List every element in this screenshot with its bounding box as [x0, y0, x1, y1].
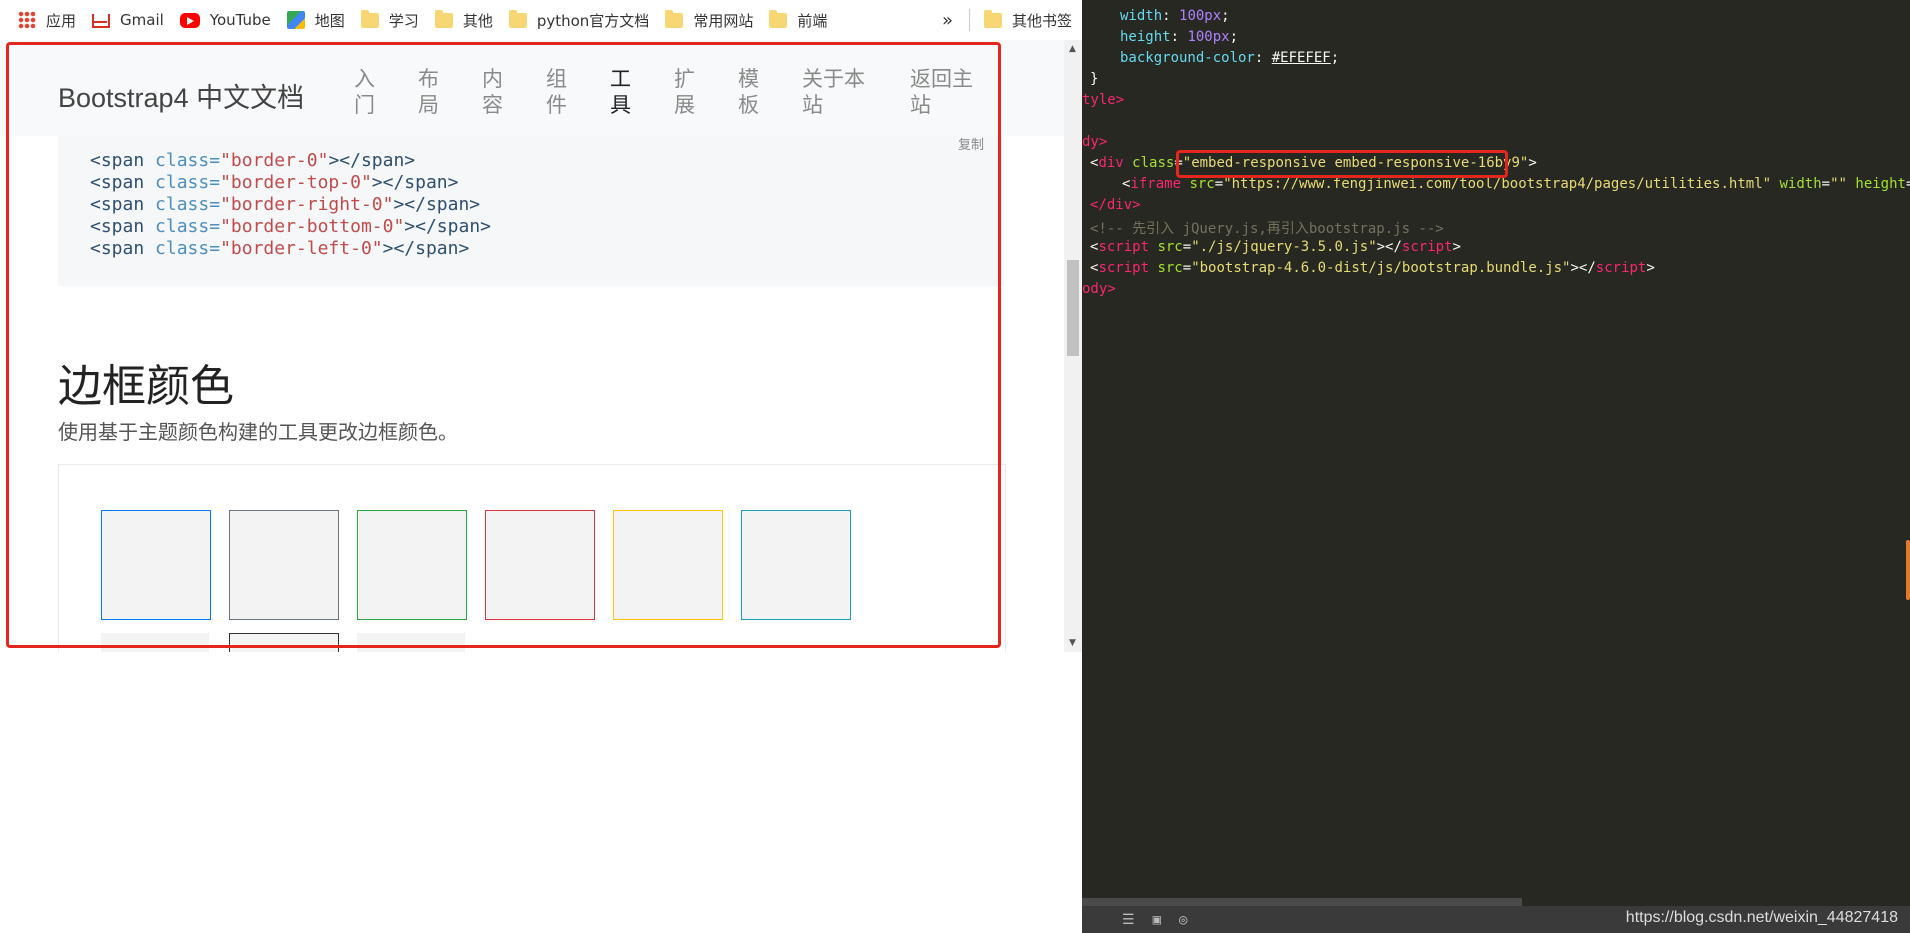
nav-link-utilities[interactable]: 工具 — [610, 66, 638, 118]
site-navbar: Bootstrap4 中文文档 入门 布局 内容 组件 工具 扩展 模板 关于本… — [0, 40, 1064, 136]
editor-line: <iframe src="https://www.fengjinwei.com/… — [1122, 176, 1910, 192]
editor-line: dy> — [1082, 134, 1108, 150]
bookmark-gmail[interactable]: Gmail — [92, 0, 164, 40]
nav-link-content[interactable]: 内容 — [482, 66, 510, 118]
code-line: <span class="border-top-0"></span> — [90, 172, 459, 193]
folder-icon — [983, 9, 1002, 28]
editor-line: width: 100px; — [1120, 8, 1230, 24]
bookmark-label: 应用 — [46, 11, 77, 30]
bookmark-label: python官方文档 — [536, 11, 650, 30]
swatch-light — [101, 633, 209, 652]
bookmarks-divider — [968, 9, 970, 31]
bookmarks-bar: 应用 Gmail YouTube 地图 学习 其他 python官方文档 常用网… — [0, 0, 1082, 40]
editor-horizontal-scrollbar[interactable] — [1082, 898, 1522, 906]
iframe-scrollbar[interactable]: ▲ ▼ — [1064, 40, 1082, 652]
editor-line: <script src="bootstrap-4.6.0-dist/js/boo… — [1090, 260, 1655, 276]
bookmark-label: 前端 — [797, 11, 828, 30]
swatch-success — [357, 510, 467, 620]
folder-icon — [769, 9, 788, 28]
bookmark-folder-sites[interactable]: 常用网站 — [665, 0, 753, 40]
bookmark-folder-study[interactable]: 学习 — [360, 0, 419, 40]
editor-scroll-indicator[interactable] — [1906, 540, 1910, 600]
section-description: 使用基于主题颜色构建的工具更改边框颜色。 — [58, 420, 458, 444]
code-line: <span class="border-left-0"></span> — [90, 238, 470, 259]
code-line: <span class="border-right-0"></span> — [90, 194, 481, 215]
editor-line: ody> — [1082, 281, 1116, 297]
bookmark-label: Gmail — [120, 11, 164, 29]
editor-line: </div> — [1090, 197, 1141, 213]
scroll-up-icon[interactable]: ▲ — [1069, 44, 1076, 54]
scroll-down-icon[interactable]: ▼ — [1069, 638, 1076, 648]
editor-line: <script src="./js/jquery-3.5.0.js"></scr… — [1090, 239, 1461, 255]
nav-link-layout[interactable]: 布局 — [418, 66, 446, 118]
editor-status-bar: ☰ ▣ ◎ https://blog.csdn.net/weixin_44827… — [1082, 906, 1910, 933]
terminal-icon[interactable]: ▣ — [1153, 912, 1161, 928]
code-editor[interactable]: width: 100px; height: 100px; background-… — [1082, 0, 1910, 933]
border-color-demo — [58, 464, 1006, 652]
folder-icon — [360, 9, 379, 28]
bookmark-label: 地图 — [314, 11, 345, 30]
swatch-warning — [613, 510, 723, 620]
gmail-icon — [92, 14, 111, 28]
maps-icon — [286, 11, 305, 29]
nav-link-about[interactable]: 关于本站 — [802, 66, 872, 118]
bookmark-label: 其他书签 — [1011, 11, 1072, 30]
editor-line: } — [1090, 71, 1099, 87]
bookmark-label: 学习 — [388, 11, 419, 30]
swatch-white — [357, 633, 465, 652]
copy-button[interactable]: 复制 — [958, 134, 984, 153]
bookmark-folder-frontend[interactable]: 前端 — [769, 0, 827, 40]
editor-line: tyle> — [1082, 92, 1125, 108]
folder-icon — [665, 9, 684, 28]
youtube-icon — [179, 12, 200, 28]
nav-link-getting-started[interactable]: 入门 — [354, 66, 382, 118]
bookmark-folder-other[interactable]: 其他 — [434, 0, 493, 40]
nav-link-components[interactable]: 组件 — [546, 66, 574, 118]
bookmark-apps[interactable]: 应用 — [18, 0, 76, 40]
apps-grid-icon — [18, 11, 36, 29]
bookmark-youtube[interactable]: YouTube — [179, 0, 271, 40]
nav-link-extend[interactable]: 扩展 — [674, 66, 702, 118]
swatch-secondary — [229, 510, 339, 620]
bookmark-other-bookmarks[interactable]: 其他书签 — [983, 0, 1072, 40]
editor-line: <!-- 先引入 jQuery.js,再引入bootstrap.js --> — [1090, 221, 1444, 237]
editor-highlight-box — [1176, 150, 1508, 178]
bookmarks-overflow-button[interactable]: » — [942, 10, 953, 31]
bookmark-folder-python[interactable]: python官方文档 — [508, 0, 650, 40]
embedded-iframe[interactable]: Bootstrap4 中文文档 入门 布局 内容 组件 工具 扩展 模板 关于本… — [0, 40, 1064, 652]
section-heading: 边框颜色 — [58, 362, 234, 411]
site-brand[interactable]: Bootstrap4 中文文档 — [58, 76, 304, 115]
bookmark-label: YouTube — [209, 11, 271, 29]
swatch-primary — [101, 510, 211, 620]
nav-link-main-site[interactable]: 返回主站 — [910, 66, 980, 118]
scrollbar-thumb[interactable] — [1067, 260, 1079, 356]
code-line: <span class="border-bottom-0"></span> — [90, 216, 491, 237]
globe-icon[interactable]: ◎ — [1179, 912, 1187, 928]
code-example: 复制 <span class="border-0"></span> <span … — [58, 136, 1004, 286]
editor-line: background-color: #EFEFEF; — [1120, 50, 1340, 66]
nav-link-templates[interactable]: 模板 — [738, 66, 766, 118]
editor-line: height: 100px; — [1120, 29, 1239, 45]
code-line: <span class="border-0"></span> — [90, 150, 416, 171]
watermark-text: https://blog.csdn.net/weixin_44827418 — [1625, 909, 1898, 926]
folder-icon — [434, 9, 453, 28]
folder-icon — [508, 9, 527, 28]
bookmark-label: 其他 — [462, 11, 493, 30]
swatch-info — [741, 510, 851, 620]
bookmark-label: 常用网站 — [693, 11, 754, 30]
bookmark-maps[interactable]: 地图 — [286, 0, 345, 40]
swatch-dark — [229, 633, 339, 652]
swatch-danger — [485, 510, 595, 620]
list-icon[interactable]: ☰ — [1122, 912, 1135, 928]
